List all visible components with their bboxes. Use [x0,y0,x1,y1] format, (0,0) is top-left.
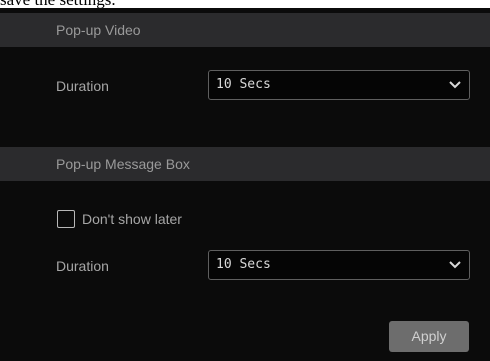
popup-message-duration-select[interactable]: 10 Secs [208,250,470,280]
chevron-down-icon [449,261,461,269]
dont-show-later-checkbox[interactable] [57,210,75,228]
popup-video-duration-value: 10 Secs [216,77,271,92]
popup-settings-panel: Pop-up Video Duration 10 Secs Pop-up Mes… [0,8,490,361]
popup-video-duration-select[interactable]: 10 Secs [208,70,470,100]
popup-video-duration-label: Duration [56,78,109,94]
screenshot-page: save the settings. Pop-up Video Duration… [0,0,490,361]
popup-message-duration-value: 10 Secs [216,257,271,272]
popup-video-header: Pop-up Video [0,13,490,47]
popup-message-box-header: Pop-up Message Box [0,147,490,181]
popup-message-duration-label: Duration [56,258,109,274]
dont-show-later-label: Don't show later [82,211,182,227]
apply-button[interactable]: Apply [389,321,469,352]
chevron-down-icon [449,81,461,89]
